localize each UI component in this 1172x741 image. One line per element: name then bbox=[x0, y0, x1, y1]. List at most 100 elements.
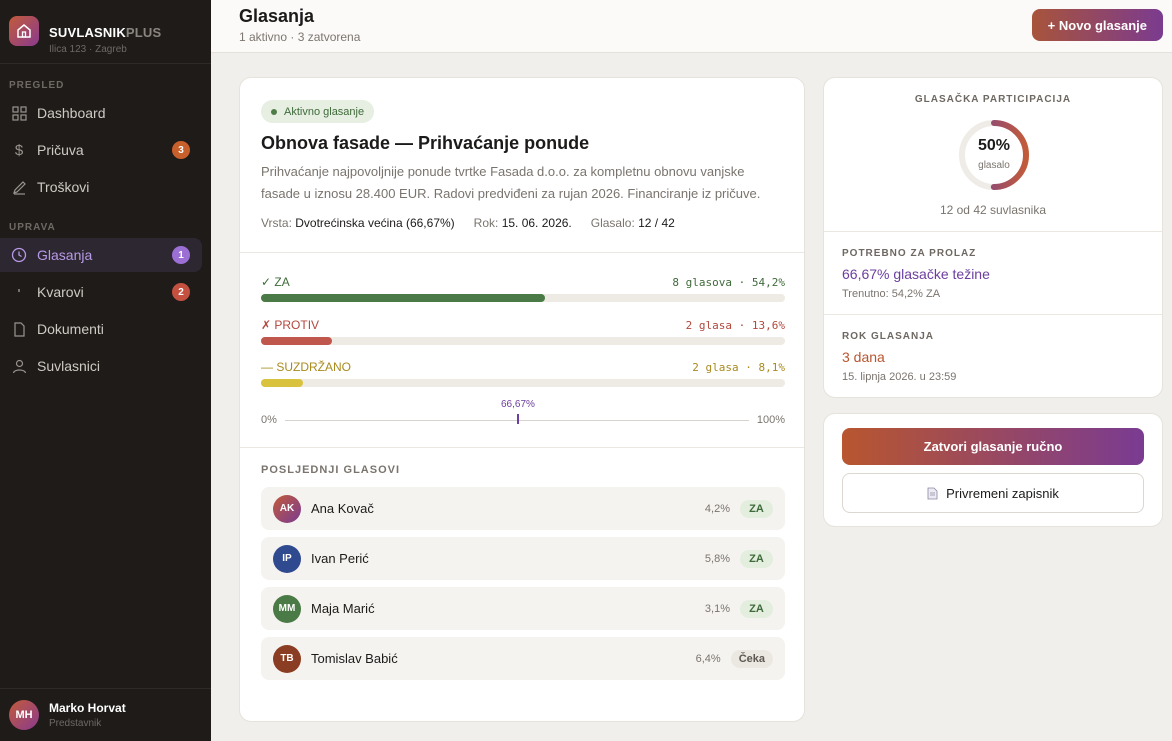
deadline-date: 15. lipnja 2026. u 23:59 bbox=[842, 371, 957, 383]
avatar: AK bbox=[273, 494, 301, 523]
sidebar-item-suvlasnici[interactable]: Suvlasnici bbox=[0, 349, 202, 383]
divider bbox=[240, 252, 804, 253]
pass-current: Trenutno: 54,2% ZA bbox=[842, 288, 941, 300]
brand-name: SUVLASNIKPLUS bbox=[49, 24, 162, 40]
sidebar-item-label: Glasanja bbox=[37, 247, 93, 263]
list-item[interactable]: TB Tomislav Babić 6,4% Čeka bbox=[261, 637, 785, 680]
scale-min: 0% bbox=[261, 414, 277, 426]
threshold-label: 66,67% bbox=[501, 399, 535, 410]
count-badge: 2 bbox=[172, 283, 190, 301]
pen-icon bbox=[11, 179, 27, 195]
result-label: — SUZDRŽANO bbox=[261, 360, 351, 374]
result-bar-fill bbox=[261, 379, 304, 387]
status-badge: Aktivno glasanje bbox=[261, 100, 375, 123]
voter-name: Ivan Perić bbox=[311, 551, 369, 566]
list-item[interactable]: IP Ivan Perić 5,8% ZA bbox=[261, 537, 785, 580]
voter-share: 3,1% bbox=[704, 602, 730, 615]
scale-max: 100% bbox=[756, 414, 785, 426]
interim-minutes-label: Privremeni zapisnik bbox=[946, 485, 1059, 501]
sidebar-item-troskovi[interactable]: Troškovi bbox=[0, 170, 202, 204]
sidebar: SUVLASNIKPLUS Ilica 123 · Zagreb PREGLED… bbox=[0, 0, 211, 741]
user-name: Marko Horvat bbox=[49, 701, 126, 715]
result-bar-fill bbox=[261, 337, 333, 345]
count-badge: 3 bbox=[172, 141, 190, 159]
vote-badge: ZA bbox=[740, 549, 773, 568]
new-vote-button[interactable]: + Novo glasanje bbox=[1031, 9, 1163, 41]
sidebar-item-dokumenti[interactable]: Dokumenti bbox=[0, 312, 202, 346]
list-item[interactable]: AK Ana Kovač 4,2% ZA bbox=[261, 487, 785, 530]
voter-share: 5,8% bbox=[704, 552, 730, 565]
page-subtitle: 1 aktivno · 3 zatvorena bbox=[239, 30, 361, 44]
document-icon bbox=[927, 487, 938, 500]
vote-badge: Čeka bbox=[730, 649, 773, 668]
vote-description: Prihvaćanje najpovoljnije ponude tvrtke … bbox=[261, 164, 761, 201]
sidebar-item-label: Pričuva bbox=[37, 142, 84, 158]
result-label: ✓ ZA bbox=[261, 275, 290, 289]
voter-name: Ana Kovač bbox=[311, 501, 374, 516]
result-bar-track bbox=[261, 294, 785, 302]
meta-voted: Glasalo: 12 / 42 bbox=[590, 216, 675, 230]
sidebar-item-dashboard[interactable]: Dashboard bbox=[0, 96, 202, 130]
recent-votes-heading: POSLJEDNJI GLASOVI bbox=[261, 464, 401, 476]
home-icon bbox=[9, 16, 39, 46]
avatar: MM bbox=[273, 594, 301, 623]
close-vote-button[interactable]: Zatvori glasanje ručno bbox=[842, 428, 1144, 465]
brand[interactable]: SUVLASNIKPLUS Ilica 123 · Zagreb bbox=[0, 0, 211, 64]
participation-percent: 50% bbox=[977, 137, 1011, 154]
deadline-label: ROK GLASANJA bbox=[842, 331, 935, 342]
divider bbox=[824, 314, 1162, 315]
result-bar-track bbox=[261, 337, 785, 345]
vote-meta: Vrsta: Dvotrećinska većina (66,67%) Rok:… bbox=[261, 216, 694, 230]
status-label: Aktivno glasanje bbox=[284, 105, 365, 118]
participation-donut: 50% glasalo bbox=[957, 118, 1031, 192]
vote-badge: ZA bbox=[740, 499, 773, 518]
vote-title: Obnova fasade — Prihvaćanje ponude bbox=[261, 133, 590, 153]
brand-address: Ilica 123 · Zagreb bbox=[49, 43, 127, 55]
current-user[interactable]: MH Marko Horvat Predstavnik bbox=[0, 688, 211, 741]
sidebar-item-glasanja[interactable]: Glasanja 1 bbox=[0, 238, 202, 272]
result-value: 8 glasova · 54,2% bbox=[672, 276, 785, 289]
avatar: MH bbox=[9, 700, 39, 730]
section-label-pregled: PREGLED bbox=[9, 80, 65, 91]
pass-value: 66,67% glasačke težine bbox=[842, 266, 990, 282]
result-value: 2 glasa · 13,6% bbox=[685, 319, 785, 332]
result-label: ✗ PROTIV bbox=[261, 318, 320, 332]
threshold-scale: 0% 66,67% 100% bbox=[261, 399, 785, 430]
participation-caption: 12 od 42 suvlasnika bbox=[939, 203, 1047, 217]
avatar: TB bbox=[273, 644, 301, 673]
divider bbox=[240, 447, 804, 448]
list-item[interactable]: MM Maja Marić 3,1% ZA bbox=[261, 587, 785, 630]
sidebar-item-label: Dokumenti bbox=[37, 321, 104, 337]
vote-badge: ZA bbox=[740, 599, 773, 618]
result-bar-track bbox=[261, 379, 785, 387]
document-icon bbox=[11, 321, 27, 337]
sidebar-item-kvarovi[interactable]: Kvarovi 2 bbox=[0, 275, 202, 309]
section-label-uprava: UPRAVA bbox=[9, 222, 56, 233]
status-dot-icon bbox=[271, 108, 277, 115]
page-header: Glasanja 1 aktivno · 3 zatvorena + Novo … bbox=[211, 0, 1172, 53]
avatar: IP bbox=[273, 544, 301, 573]
voter-name: Maja Marić bbox=[311, 601, 375, 616]
threshold-marker bbox=[517, 414, 519, 424]
deadline-value: 3 dana bbox=[842, 349, 885, 365]
pass-label: POTREBNO ZA PROLAZ bbox=[842, 248, 977, 259]
interim-minutes-button[interactable]: Privremeni zapisnik bbox=[842, 473, 1144, 513]
page-title: Glasanja bbox=[239, 6, 315, 26]
dot-icon bbox=[11, 284, 27, 300]
participation-card: GLASAČKA PARTICIPACIJA 50% glasalo 12 od… bbox=[823, 77, 1163, 398]
user-icon bbox=[11, 358, 27, 374]
user-role: Predstavnik bbox=[49, 718, 102, 729]
donut-label: glasalo bbox=[978, 160, 1010, 171]
voter-share: 6,4% bbox=[695, 652, 721, 665]
sidebar-item-pricuva[interactable]: $ Pričuva 3 bbox=[0, 133, 202, 167]
dollar-icon: $ bbox=[14, 141, 24, 159]
clock-icon bbox=[11, 247, 27, 263]
sidebar-item-label: Troškovi bbox=[37, 179, 90, 195]
vote-detail-card: Aktivno glasanje Obnova fasade — Prihvać… bbox=[239, 77, 805, 722]
grid-icon bbox=[11, 105, 27, 121]
sidebar-item-label: Kvarovi bbox=[37, 284, 84, 300]
sidebar-item-label: Dashboard bbox=[37, 105, 106, 121]
count-badge: 1 bbox=[172, 246, 190, 264]
divider bbox=[824, 231, 1162, 232]
actions-card: Zatvori glasanje ručno Privremeni zapisn… bbox=[823, 413, 1163, 527]
